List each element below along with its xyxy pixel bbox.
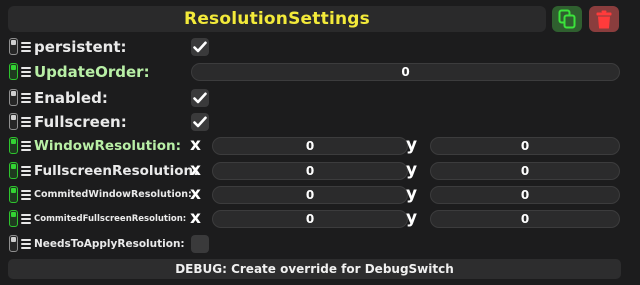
- override-toggle[interactable]: [9, 210, 18, 227]
- update-order-input[interactable]: 0: [191, 63, 620, 81]
- override-toggle[interactable]: [9, 186, 18, 203]
- menu-icon[interactable]: [21, 166, 31, 176]
- y-axis-label: y: [406, 184, 418, 204]
- override-toggle[interactable]: [9, 38, 18, 55]
- field-row-fullscreen-resolution: FullscreenResolution: x 0 y 0: [6, 160, 636, 182]
- field-row-window-resolution: WindowResolution: x 0 y 0: [6, 135, 636, 157]
- menu-icon[interactable]: [21, 239, 31, 249]
- y-axis-label: y: [406, 135, 418, 155]
- field-row-commited-window-resolution: CommitedWindowResolution: x 0 y 0: [6, 184, 636, 206]
- y-axis-label: y: [406, 208, 418, 228]
- field-row-needs-to-apply-resolution: NeedsToApplyResolution:: [6, 233, 636, 255]
- field-label: CommitedWindowResolution:: [34, 189, 192, 200]
- field-row-fullscreen: Fullscreen:: [6, 111, 636, 133]
- field-label: NeedsToApplyResolution:: [34, 238, 185, 250]
- menu-icon[interactable]: [21, 117, 31, 127]
- field-label: FullscreenResolution:: [34, 163, 199, 179]
- window-resolution-y-input[interactable]: 0: [430, 137, 620, 155]
- override-toggle[interactable]: [9, 162, 18, 179]
- override-toggle[interactable]: [9, 137, 18, 154]
- menu-icon[interactable]: [21, 141, 31, 151]
- needs-to-apply-resolution-checkbox[interactable]: [191, 235, 209, 253]
- menu-icon[interactable]: [21, 214, 31, 224]
- field-label: WindowResolution:: [34, 138, 182, 154]
- menu-icon[interactable]: [21, 67, 31, 77]
- override-toggle[interactable]: [9, 113, 18, 130]
- checkmark-icon: [193, 41, 207, 53]
- field-row-update-order: UpdateOrder: 0: [6, 61, 636, 83]
- field-label: UpdateOrder:: [34, 63, 150, 81]
- x-axis-label: x: [190, 135, 201, 155]
- commited-window-resolution-y-input[interactable]: 0: [430, 186, 620, 204]
- copy-button[interactable]: [552, 6, 582, 32]
- x-axis-label: x: [190, 184, 201, 204]
- field-row-commited-fullscreen-resolution: CommitedFullscreenResolution: x 0 y 0: [6, 208, 636, 230]
- component-title: ResolutionSettings: [184, 9, 370, 29]
- override-toggle[interactable]: [9, 89, 18, 106]
- window-resolution-x-input[interactable]: 0: [212, 137, 408, 155]
- field-label: persistent:: [34, 38, 127, 56]
- override-toggle[interactable]: [9, 235, 18, 252]
- fullscreen-resolution-x-input[interactable]: 0: [212, 162, 408, 180]
- field-label: Fullscreen:: [34, 113, 127, 131]
- y-axis-label: y: [406, 160, 418, 180]
- menu-icon[interactable]: [21, 42, 31, 52]
- commited-fullscreen-resolution-x-input[interactable]: 0: [212, 210, 408, 228]
- checkmark-icon: [193, 116, 207, 128]
- fullscreen-checkbox[interactable]: [191, 113, 209, 131]
- debug-override-button[interactable]: DEBUG: Create override for DebugSwitch: [8, 259, 621, 279]
- field-label: CommitedFullscreenResolution:: [34, 214, 187, 224]
- checkmark-icon: [193, 92, 207, 104]
- commited-fullscreen-resolution-y-input[interactable]: 0: [430, 210, 620, 228]
- menu-icon[interactable]: [21, 93, 31, 103]
- copy-icon: [558, 9, 576, 29]
- x-axis-label: x: [190, 160, 201, 180]
- persistent-checkbox[interactable]: [191, 38, 209, 56]
- menu-icon[interactable]: [21, 190, 31, 200]
- component-title-bar: ResolutionSettings: [8, 6, 546, 32]
- commited-window-resolution-x-input[interactable]: 0: [212, 186, 408, 204]
- component-inspector-panel: ResolutionSettings persistent: UpdateOrd…: [0, 0, 640, 285]
- x-axis-label: x: [190, 208, 201, 228]
- trash-icon: [596, 10, 612, 28]
- override-toggle[interactable]: [9, 63, 18, 80]
- field-label: Enabled:: [34, 89, 108, 107]
- field-row-enabled: Enabled:: [6, 87, 636, 109]
- enabled-checkbox[interactable]: [191, 89, 209, 107]
- field-row-persistent: persistent:: [6, 36, 636, 58]
- fullscreen-resolution-y-input[interactable]: 0: [430, 162, 620, 180]
- delete-button[interactable]: [589, 6, 619, 32]
